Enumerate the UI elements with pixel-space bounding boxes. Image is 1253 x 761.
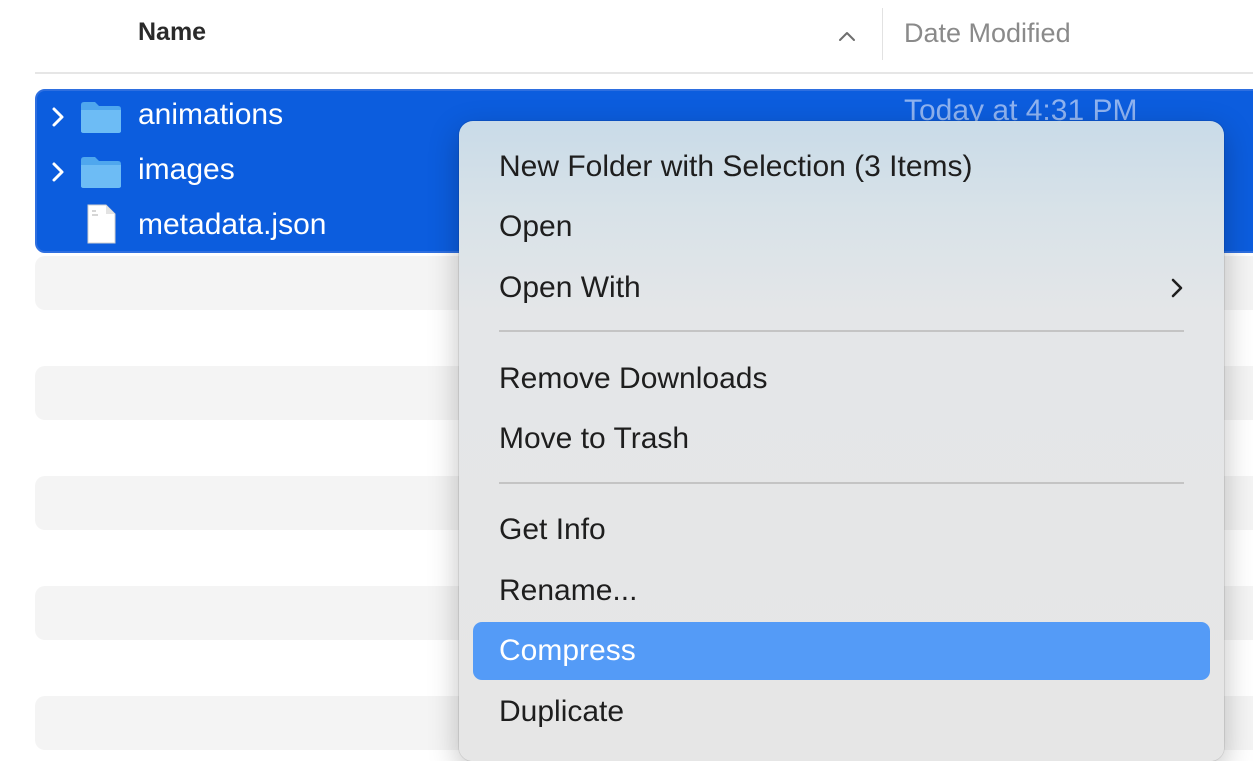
menu-item-get-info[interactable]: Get Info <box>473 501 1210 559</box>
menu-separator <box>499 330 1184 332</box>
file-name: metadata.json <box>138 208 327 241</box>
chevron-up-icon[interactable] <box>833 22 861 50</box>
file-name: animations <box>138 98 284 131</box>
folder-icon <box>81 102 121 133</box>
menu-item-move-to-trash[interactable]: Move to Trash <box>473 410 1210 468</box>
menu-item-new-folder-with-selection[interactable]: New Folder with Selection (3 Items) <box>473 138 1210 196</box>
column-header-name[interactable]: Name <box>138 18 206 47</box>
menu-item-open[interactable]: Open <box>473 198 1210 256</box>
chevron-right-icon <box>1171 278 1183 298</box>
menu-item-compress[interactable]: Compress <box>473 622 1210 680</box>
menu-item-remove-downloads[interactable]: Remove Downloads <box>473 350 1210 408</box>
chevron-right-icon[interactable] <box>48 159 68 185</box>
menu-item-label: Open With <box>499 271 641 304</box>
column-header-date-modified[interactable]: Date Modified <box>904 18 1071 49</box>
header-divider <box>35 72 1253 74</box>
menu-item-duplicate[interactable]: Duplicate <box>473 683 1210 741</box>
list-header: Name Date Modified <box>0 0 1253 72</box>
document-icon <box>87 204 116 244</box>
menu-item-open-with[interactable]: Open With <box>473 259 1210 317</box>
menu-item-rename[interactable]: Rename... <box>473 562 1210 620</box>
context-menu: New Folder with Selection (3 Items) Open… <box>459 121 1224 761</box>
column-divider[interactable] <box>882 8 883 60</box>
menu-separator <box>499 482 1184 484</box>
folder-icon <box>81 157 121 188</box>
chevron-right-icon[interactable] <box>48 104 68 130</box>
file-name: images <box>138 153 235 186</box>
